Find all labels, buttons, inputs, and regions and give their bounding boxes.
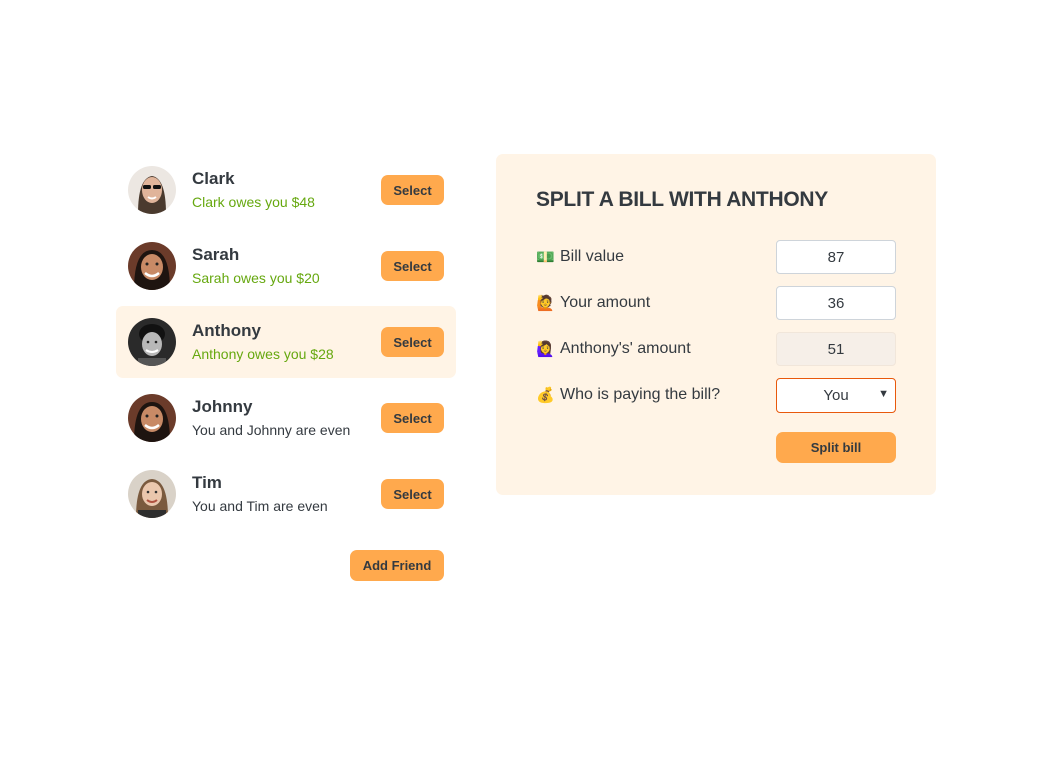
form-title: Split a bill with Anthony bbox=[536, 188, 828, 211]
split-bill-form: Split a bill with Anthony 💵 Bill value 🙋… bbox=[496, 154, 936, 495]
bill-value-input[interactable] bbox=[776, 240, 896, 274]
payer-label: Who is paying the bill? bbox=[560, 386, 721, 403]
anthony-avatar bbox=[128, 318, 176, 366]
friend-amount-row: 🙋‍♀️ Anthony's' amount bbox=[536, 332, 896, 366]
payer-row: 💰 Who is paying the bill? You ▼ bbox=[536, 377, 896, 413]
friend-amount-label: Anthony's' amount bbox=[560, 340, 691, 357]
your-amount-row: 🙋 Your amount bbox=[536, 286, 896, 320]
select-sarah-button[interactable]: Select bbox=[381, 251, 444, 281]
friend-info: Johnny You and Johnny are even bbox=[192, 397, 381, 439]
your-amount-input[interactable] bbox=[776, 286, 896, 320]
friend-balance: You and Johnny are even bbox=[192, 422, 351, 438]
payer-select-value: You bbox=[823, 386, 849, 404]
friend-balance: You and Tim are even bbox=[192, 498, 328, 514]
select-johnny-button[interactable]: Select bbox=[381, 403, 444, 433]
money-icon: 💵 bbox=[536, 249, 555, 266]
friend-name: Sarah bbox=[192, 245, 240, 264]
money-bag-icon: 💰 bbox=[536, 387, 555, 404]
friend-item-tim: Tim You and Tim are even Select bbox=[116, 458, 456, 530]
friend-name: Tim bbox=[192, 473, 222, 492]
friend-balance: Sarah owes you $20 bbox=[192, 270, 320, 286]
johnny-avatar bbox=[128, 394, 176, 442]
split-bill-button[interactable]: Split bill bbox=[776, 432, 896, 463]
friend-item-clark: Clark Clark owes you $48 Select bbox=[116, 154, 456, 226]
friend-item-sarah: Sarah Sarah owes you $20 Select bbox=[116, 230, 456, 302]
tim-avatar bbox=[128, 470, 176, 518]
friend-info: Clark Clark owes you $48 bbox=[192, 169, 381, 211]
chevron-down-icon: ▼ bbox=[878, 387, 889, 400]
your-amount-label: Your amount bbox=[560, 294, 651, 311]
friend-name: Clark bbox=[192, 169, 235, 188]
bill-value-label: Bill value bbox=[560, 248, 625, 265]
friend-name: Johnny bbox=[192, 397, 253, 416]
friend-balance: Clark owes you $48 bbox=[192, 194, 315, 210]
friend-info: Anthony Anthony owes you $28 bbox=[192, 321, 381, 363]
friend-name: Anthony bbox=[192, 321, 261, 340]
person-raising-hand-icon: 🙋 bbox=[536, 295, 555, 312]
friend-balance: Anthony owes you $28 bbox=[192, 346, 334, 362]
woman-raising-hand-icon: 🙋‍♀️ bbox=[536, 341, 555, 358]
sarah-avatar bbox=[128, 242, 176, 290]
friend-item-johnny: Johnny You and Johnny are even Select bbox=[116, 382, 456, 454]
select-anthony-button[interactable]: Select bbox=[381, 327, 444, 357]
friend-info: Tim You and Tim are even bbox=[192, 473, 381, 515]
friends-list: Clark Clark owes you $48 Select Sarah Sa… bbox=[116, 154, 456, 534]
select-clark-button[interactable]: Select bbox=[381, 175, 444, 205]
bill-value-row: 💵 Bill value bbox=[536, 240, 896, 274]
friend-amount-input bbox=[776, 332, 896, 366]
select-tim-button[interactable]: Select bbox=[381, 479, 444, 509]
add-friend-button[interactable]: Add Friend bbox=[350, 550, 444, 581]
friend-item-anthony: Anthony Anthony owes you $28 Select bbox=[116, 306, 456, 378]
clark-avatar bbox=[128, 166, 176, 214]
payer-select[interactable]: You ▼ bbox=[776, 377, 896, 413]
friend-info: Sarah Sarah owes you $20 bbox=[192, 245, 381, 287]
